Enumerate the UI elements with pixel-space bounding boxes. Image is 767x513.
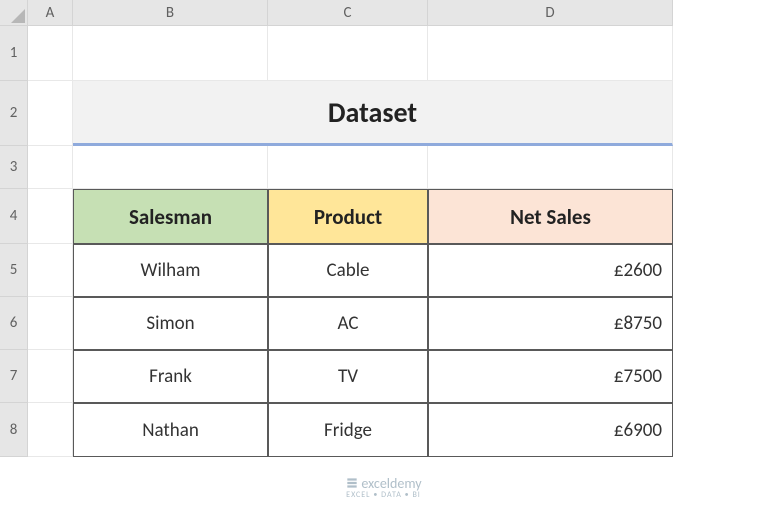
table-row[interactable]: £7500	[428, 350, 673, 403]
cell-C3[interactable]	[268, 146, 428, 189]
table-row[interactable]: £8750	[428, 297, 673, 350]
cell-A4[interactable]	[28, 189, 73, 244]
cell-A2[interactable]	[28, 81, 73, 146]
col-header-C[interactable]: C	[268, 0, 428, 26]
cell-A7[interactable]	[28, 350, 73, 403]
header-product[interactable]: Product	[268, 189, 428, 244]
table-row[interactable]: Cable	[268, 244, 428, 297]
row-header-7[interactable]: 7	[0, 350, 28, 403]
table-row[interactable]: Simon	[73, 297, 268, 350]
row-header-4[interactable]: 4	[0, 189, 28, 244]
table-row[interactable]: Wilham	[73, 244, 268, 297]
cell-D3[interactable]	[428, 146, 673, 189]
table-row[interactable]: £2600	[428, 244, 673, 297]
watermark-brand: exceldemy	[361, 475, 421, 492]
row-header-8[interactable]: 8	[0, 403, 28, 457]
watermark-tagline: EXCEL • DATA • BI	[0, 490, 767, 500]
row-header-6[interactable]: 6	[0, 297, 28, 350]
cell-A5[interactable]	[28, 244, 73, 297]
table-row[interactable]: £6900	[428, 403, 673, 457]
cell-A1[interactable]	[28, 26, 73, 81]
row-header-2[interactable]: 2	[0, 81, 28, 146]
cell-A6[interactable]	[28, 297, 73, 350]
table-row[interactable]: Nathan	[73, 403, 268, 457]
select-all-corner[interactable]	[0, 0, 28, 26]
cell-A3[interactable]	[28, 146, 73, 189]
col-header-B[interactable]: B	[73, 0, 268, 26]
table-row[interactable]: Fridge	[268, 403, 428, 457]
table-row[interactable]: Frank	[73, 350, 268, 403]
header-netsales[interactable]: Net Sales	[428, 189, 673, 244]
col-header-A[interactable]: A	[28, 0, 73, 26]
exceldemy-icon	[345, 476, 359, 490]
spreadsheet-grid: A B C D 1 2 Dataset 3 4 Salesman Product…	[0, 0, 767, 457]
cell-B3[interactable]	[73, 146, 268, 189]
cell-D1[interactable]	[428, 26, 673, 81]
row-header-3[interactable]: 3	[0, 146, 28, 189]
cell-A8[interactable]	[28, 403, 73, 457]
table-row[interactable]: AC	[268, 297, 428, 350]
dataset-title[interactable]: Dataset	[73, 81, 673, 146]
row-header-5[interactable]: 5	[0, 244, 28, 297]
header-salesman[interactable]: Salesman	[73, 189, 268, 244]
cell-B1[interactable]	[73, 26, 268, 81]
watermark: exceldemy EXCEL • DATA • BI	[0, 475, 767, 500]
table-row[interactable]: TV	[268, 350, 428, 403]
cell-C1[interactable]	[268, 26, 428, 81]
row-header-1[interactable]: 1	[0, 26, 28, 81]
col-header-D[interactable]: D	[428, 0, 673, 26]
